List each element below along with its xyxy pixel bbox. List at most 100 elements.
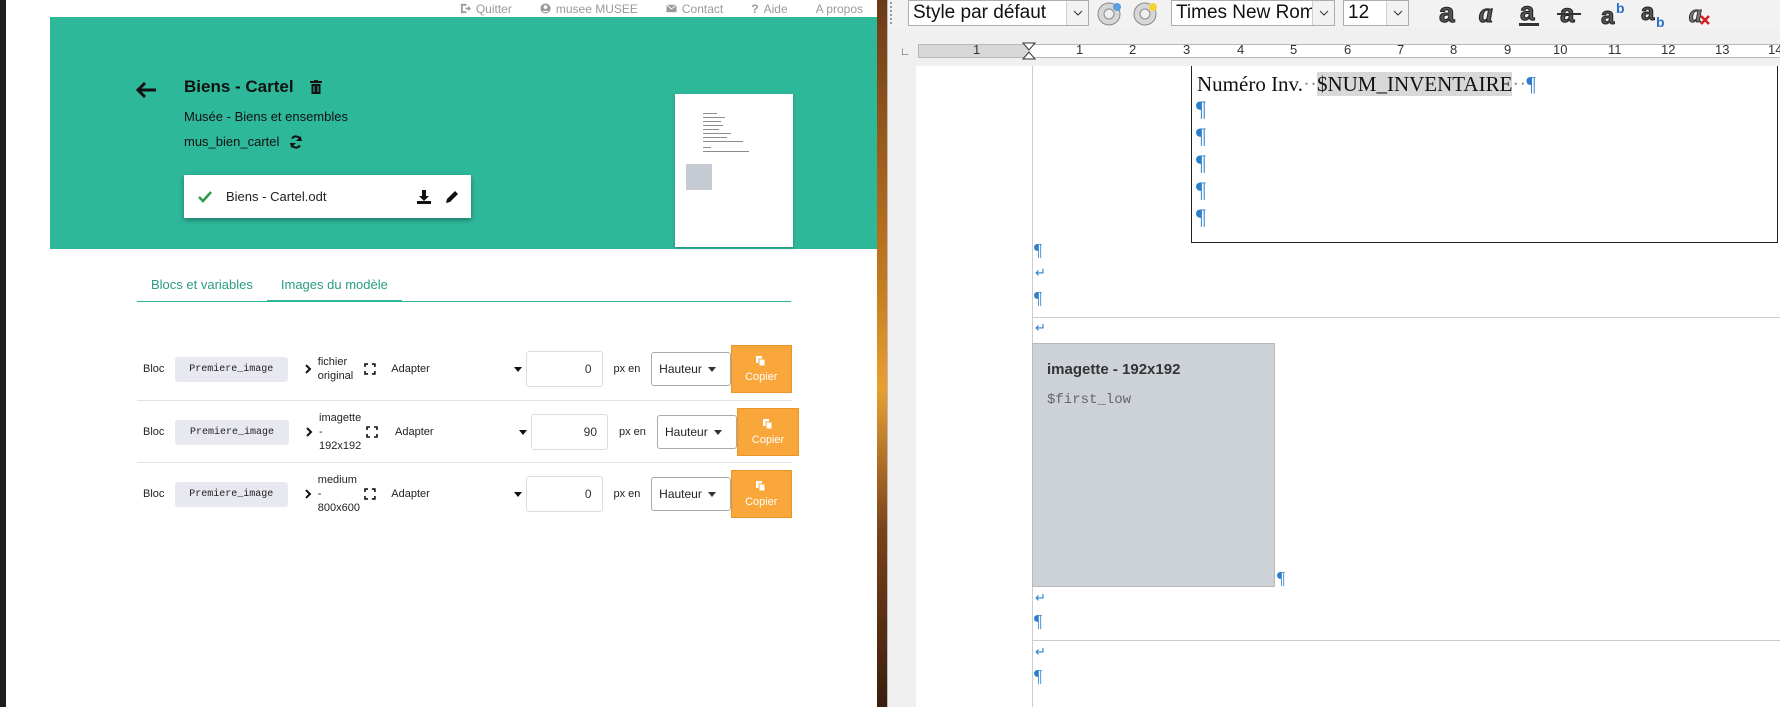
image-row: Bloc Premiere_image imagette - 192x192 A…: [137, 401, 802, 463]
ruler-tick: 4: [1237, 42, 1245, 57]
fit-mode-select[interactable]: Adapter: [391, 363, 526, 375]
bloc-name-chip: Premiere_image: [174, 481, 288, 507]
chevron-down-icon[interactable]: [1312, 1, 1334, 25]
caret-down-icon: [514, 492, 523, 497]
image-placeholder-frame[interactable]: imagette - 192x192 $first_low: [1032, 343, 1275, 587]
svg-text:b: b: [1656, 14, 1665, 28]
clear-formatting-icon[interactable]: a: [1685, 0, 1717, 28]
envelope-icon: [666, 4, 677, 13]
document-page[interactable]: Numéro Inv.··$NUM_INVENTAIRE··¶ ¶ ¶ ¶ ¶ …: [916, 66, 1780, 707]
ruler-tick: 8: [1450, 42, 1458, 57]
image-placeholder-title: imagette - 192x192: [1047, 361, 1181, 378]
tab-blocs-variables[interactable]: Blocs et variables: [137, 272, 267, 302]
ruler-tick: 1: [1076, 42, 1084, 57]
superscript-icon[interactable]: ab: [1599, 0, 1631, 28]
size-input[interactable]: 0: [526, 476, 603, 512]
svg-text:a: a: [1439, 0, 1455, 28]
nav-quit-label: Quitter: [475, 1, 512, 16]
italic-icon[interactable]: a: [1473, 0, 1505, 28]
chevron-down-icon[interactable]: [1066, 1, 1088, 25]
indent-marker-icon[interactable]: [1022, 42, 1036, 60]
fit-mode-select[interactable]: Adapter: [391, 488, 526, 500]
paragraph-style-combo[interactable]: Style par défaut: [908, 0, 1089, 26]
svg-text:a: a: [1641, 0, 1655, 26]
font-size-combo[interactable]: 12: [1343, 0, 1409, 26]
tab-images-modele[interactable]: Images du modèle: [266, 272, 402, 302]
ruler-tick: 14: [1768, 42, 1780, 57]
dimension-value: Hauteur: [665, 425, 708, 439]
nav-quit[interactable]: Quitter: [460, 0, 512, 17]
ruler-tick: 6: [1344, 42, 1352, 57]
copy-button[interactable]: Copier: [730, 345, 792, 393]
line-break-mark: ↵: [1035, 590, 1046, 605]
ruler-tick: 10: [1553, 42, 1568, 57]
expand-icon[interactable]: [363, 487, 377, 501]
subscript-icon[interactable]: ab: [1639, 0, 1671, 28]
unit-label: px en: [619, 426, 646, 438]
pilcrow-mark: ¶: [1277, 568, 1286, 588]
pencil-icon[interactable]: [445, 190, 459, 204]
size-input[interactable]: 90: [531, 414, 608, 450]
dimension-select[interactable]: Hauteur: [657, 415, 737, 449]
pilcrow-mark: ¶: [1196, 177, 1206, 202]
fit-mode-select[interactable]: Adapter: [395, 426, 531, 438]
copy-button[interactable]: Copier: [737, 408, 799, 456]
nav-about-label: A propos: [815, 1, 863, 16]
expand-icon[interactable]: [365, 425, 379, 439]
fit-mode-value: Adapter: [395, 426, 434, 438]
nav-user[interactable]: musee MUSEE: [540, 0, 638, 17]
ruler-tick: 7: [1397, 42, 1405, 57]
section-divider: [1032, 640, 1780, 641]
model-code: mus_bien_cartel: [184, 134, 303, 149]
image-row: Bloc Premiere_image medium - 800x600 Ada…: [137, 463, 792, 525]
svg-text:a: a: [1601, 3, 1615, 28]
underline-icon[interactable]: a: [1513, 0, 1545, 28]
expand-icon[interactable]: [363, 362, 377, 376]
image-placeholder-variable: $first_low: [1047, 392, 1132, 408]
paragraph-style-value: Style par défaut: [913, 2, 1047, 23]
text-frame[interactable]: Numéro Inv.··$NUM_INVENTAIRE··¶ ¶ ¶ ¶ ¶ …: [1191, 66, 1778, 243]
writer-window: Style par défaut Times New Roman 12 a a …: [887, 0, 1780, 707]
nav-help[interactable]: ? Aide: [751, 0, 787, 17]
strikethrough-icon[interactable]: a: [1553, 0, 1585, 28]
chevron-down-icon[interactable]: [1386, 1, 1408, 25]
bold-icon[interactable]: a: [1433, 0, 1465, 28]
back-arrow-icon[interactable]: [134, 78, 158, 102]
line-break-mark: ↵: [1035, 265, 1046, 280]
dimension-select[interactable]: Hauteur: [651, 352, 731, 386]
size-input[interactable]: 0: [526, 351, 603, 387]
chevron-right-icon: [305, 489, 312, 499]
template-preview-thumbnail[interactable]: [675, 94, 793, 247]
unit-label: px en: [613, 488, 641, 500]
caret-down-icon: [519, 430, 527, 435]
update-style-icon[interactable]: [1093, 0, 1125, 28]
copy-icon: [763, 418, 773, 429]
user-icon: [540, 3, 551, 14]
ruler-tick: 2: [1129, 42, 1137, 57]
ruler-tick: 1: [973, 42, 981, 57]
pilcrow-mark: ¶: [1034, 240, 1043, 260]
template-file-name: Biens - Cartel.odt: [226, 189, 327, 204]
copy-button-label: Copier: [751, 433, 785, 446]
copy-button-label: Copier: [745, 370, 778, 383]
nav-contact[interactable]: Contact: [666, 0, 723, 17]
horizontal-ruler[interactable]: ∟ 1 1 2 3 4 5 6 7 8 9 10 11 12 13 14: [888, 40, 1780, 60]
dimension-select[interactable]: Hauteur: [651, 477, 731, 511]
sign-out-icon: [460, 3, 471, 14]
nav-about[interactable]: A propos: [816, 0, 863, 17]
bloc-name-chip: Premiere_image: [174, 356, 288, 382]
ruler-tick: 3: [1183, 42, 1191, 57]
image-row: Bloc Premiere_image fichier original Ada…: [137, 338, 792, 400]
new-style-icon[interactable]: [1129, 0, 1161, 28]
refresh-icon[interactable]: [289, 134, 303, 149]
copy-button[interactable]: Copier: [730, 470, 792, 518]
font-name-combo[interactable]: Times New Roman: [1171, 0, 1335, 26]
page-title-text: Biens - Cartel: [184, 77, 294, 96]
top-nav: Quitter musee MUSEE Contact ? Aide A pro…: [50, 0, 877, 17]
download-icon[interactable]: [417, 189, 431, 204]
pilcrow-mark: ¶: [1034, 288, 1043, 308]
trash-icon[interactable]: [309, 80, 322, 94]
section-divider: [1032, 317, 1780, 318]
toolbar-grip: [890, 2, 893, 24]
tab-stop-selector[interactable]: ∟: [900, 46, 911, 58]
